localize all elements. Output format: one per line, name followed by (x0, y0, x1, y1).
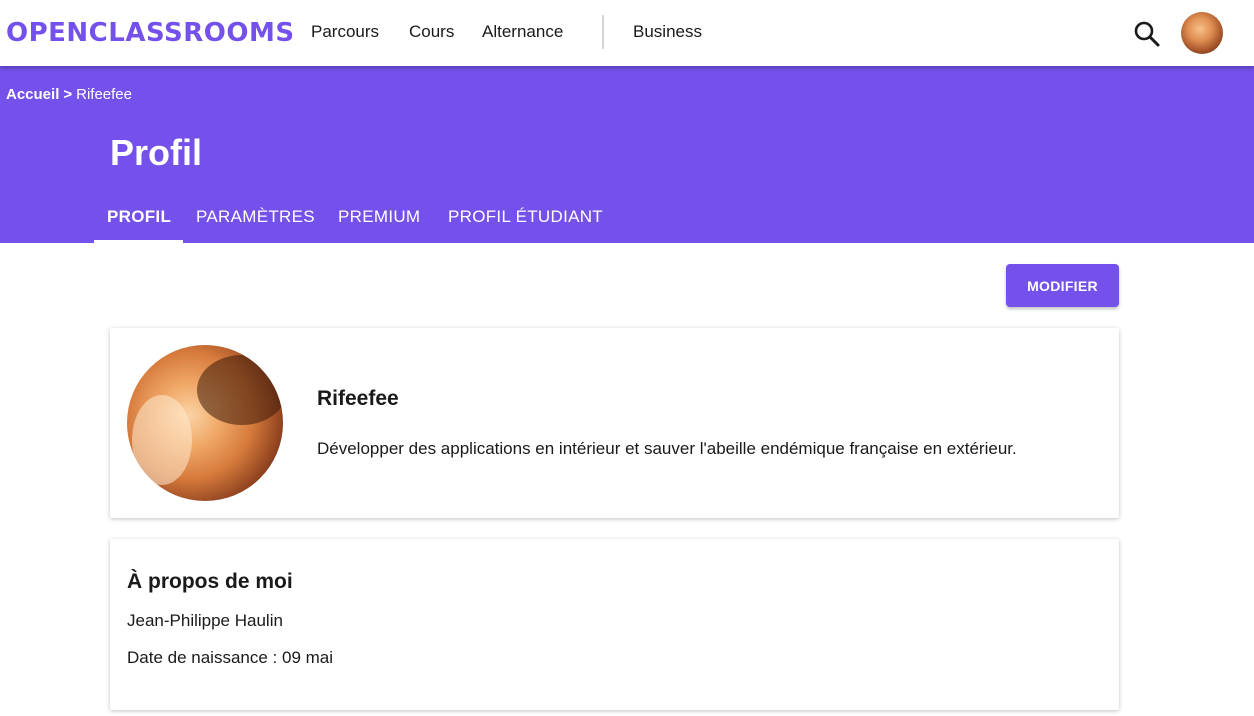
profile-bio: Développer des applications en intérieur… (317, 439, 1017, 458)
about-title: À propos de moi (127, 570, 293, 593)
nav-divider (602, 15, 604, 49)
profile-card: Rifeefee Développer des applications en … (110, 328, 1119, 518)
tab-profil[interactable]: PROFIL (107, 206, 171, 228)
profile-username: Rifeefee (317, 387, 399, 410)
tab-profil-etudiant[interactable]: PROFIL ÉTUDIANT (448, 206, 603, 228)
breadcrumb: Accueil > Rifeefee (6, 86, 132, 104)
edit-profile-button[interactable]: MODIFIER (1006, 264, 1119, 307)
tab-premium[interactable]: PREMIUM (338, 206, 420, 228)
breadcrumb-separator: > (63, 86, 73, 103)
about-birth-date: Date de naissance : 09 mai (127, 648, 334, 667)
profile-header: Accueil > Rifeefee Profil PROFIL PARAMÈTRE… (0, 66, 1254, 243)
user-avatar-menu[interactable] (1181, 12, 1223, 54)
breadcrumb-home-link[interactable]: Accueil (6, 86, 59, 103)
tab-parametres[interactable]: PARAMÈTRES (196, 206, 315, 228)
nav-link-business[interactable]: Business (633, 20, 702, 44)
openclassrooms-logo[interactable]: OPENCLASSROOMS (6, 18, 295, 48)
avatar-shadow (197, 355, 283, 425)
top-navbar: OPENCLASSROOMS Parcours Cours Alternance… (0, 0, 1254, 66)
profile-avatar (127, 345, 283, 501)
nav-link-cours[interactable]: Cours (409, 20, 454, 44)
nav-link-alternance[interactable]: Alternance (482, 20, 563, 44)
active-tab-indicator (94, 240, 183, 243)
nav-link-parcours[interactable]: Parcours (311, 20, 379, 44)
search-icon[interactable] (1133, 20, 1161, 48)
breadcrumb-current: Rifeefee (76, 86, 132, 103)
about-full-name: Jean-Philippe Haulin (127, 611, 283, 630)
page-title: Profil (110, 132, 203, 173)
about-card: À propos de moi Jean-Philippe Haulin Dat… (110, 539, 1119, 710)
avatar-highlight (132, 395, 192, 485)
